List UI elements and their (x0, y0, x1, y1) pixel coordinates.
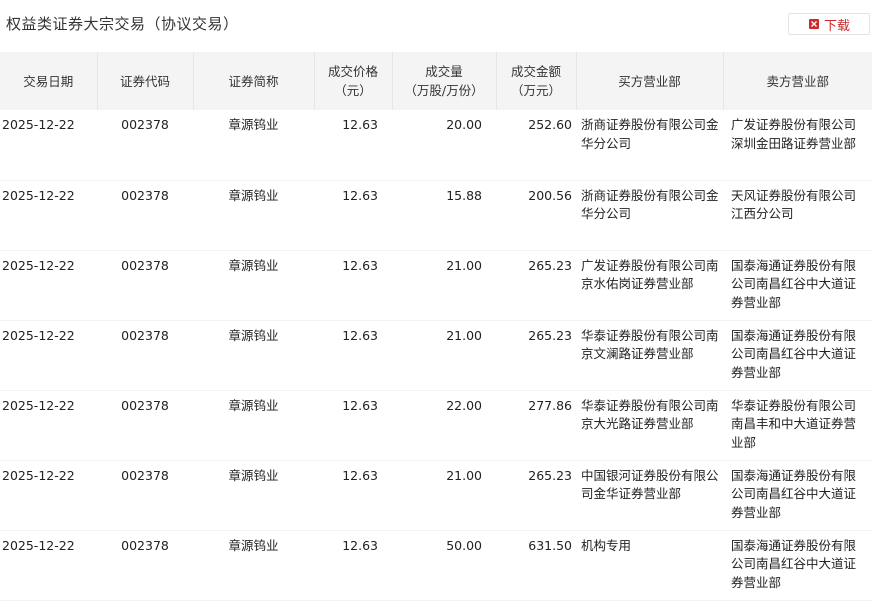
cell-seller: 国泰海通证券股份有限公司南昌红谷中大道证券营业部 (723, 460, 872, 531)
cell-date: 2025-12-22 (0, 460, 97, 531)
table-row: 2025-12-22 002378 章源钨业 12.63 50.00 631.50 机构专用… (0, 530, 872, 601)
cell-code: 002378 (97, 110, 193, 181)
cell-amount: 200.56 (496, 180, 576, 251)
cell-buyer: 广发证券股份有限公司南京水佑岗证券营业部 (576, 250, 723, 321)
cell-buyer: 浙商证券股份有限公司金华分公司 (576, 180, 723, 251)
cell-date: 2025-12-22 (0, 180, 97, 251)
cell-amount: 265.23 (496, 320, 576, 391)
cell-volume: 20.00 (392, 110, 496, 181)
table-row: 2025-12-22 002378 章源钨业 12.63 21.00 265.23 广发证券… (0, 250, 872, 321)
cell-name: 章源钨业 (193, 180, 314, 251)
cell-volume: 21.00 (392, 320, 496, 391)
cell-volume: 15.88 (392, 180, 496, 251)
cell-date: 2025-12-22 (0, 110, 97, 181)
cell-amount: 252.60 (496, 110, 576, 181)
cell-volume: 22.00 (392, 390, 496, 461)
cell-amount: 265.23 (496, 250, 576, 321)
cell-seller: 华泰证券股份有限公司南昌丰和中大道证券营业部 (723, 390, 872, 461)
cell-name: 章源钨业 (193, 250, 314, 321)
cell-code: 002378 (97, 180, 193, 251)
table-row: 2025-12-22 002378 章源钨业 12.63 21.00 265.23 华泰证券… (0, 320, 872, 391)
cell-price: 12.63 (314, 530, 392, 601)
cell-code: 002378 (97, 390, 193, 461)
col-header-price[interactable]: 成交价格 （元） (314, 52, 393, 110)
excel-file-icon (808, 19, 819, 29)
cell-buyer: 华泰证券股份有限公司南京大光路证券营业部 (576, 390, 723, 461)
page-title: 权益类证券大宗交易（协议交易） (6, 15, 239, 33)
cell-name: 章源钨业 (193, 320, 314, 391)
cell-seller: 国泰海通证券股份有限公司南昌红谷中大道证券营业部 (723, 250, 872, 321)
table-row: 2025-12-22 002378 章源钨业 12.63 22.00 277.86 华泰证券… (0, 390, 872, 461)
cell-price: 12.63 (314, 180, 392, 251)
cell-buyer: 中国银河证券股份有限公司金华证券营业部 (576, 460, 723, 531)
cell-amount: 277.86 (496, 390, 576, 461)
download-label: 下载 (823, 18, 850, 34)
cell-name: 章源钨业 (193, 110, 314, 181)
cell-seller: 国泰海通证券股份有限公司南昌红谷中大道证券营业部 (723, 320, 872, 391)
cell-price: 12.63 (314, 460, 392, 531)
col-header-amount[interactable]: 成交金额 （万元） (496, 52, 577, 110)
cell-buyer: 华泰证券股份有限公司南京文澜路证券营业部 (576, 320, 723, 391)
cell-date: 2025-12-22 (0, 530, 97, 601)
cell-amount: 265.23 (496, 460, 576, 531)
table-row: 2025-12-22 002378 章源钨业 12.63 20.00 252.60 浙商证券… (0, 110, 872, 181)
block-trade-table: 交易日期 证券代码 证券简称 成交价格 （元） 成交量 （万股/万份） 成交金额… (0, 52, 872, 601)
cell-seller: 国泰海通证券股份有限公司南昌红谷中大道证券营业部 (723, 530, 872, 601)
cell-volume: 21.00 (392, 250, 496, 321)
cell-seller: 广发证券股份有限公司深圳金田路证券营业部 (723, 110, 872, 181)
cell-name: 章源钨业 (193, 460, 314, 531)
col-header-buyer[interactable]: 买方营业部 (576, 52, 724, 110)
cell-code: 002378 (97, 320, 193, 391)
cell-date: 2025-12-22 (0, 250, 97, 321)
cell-date: 2025-12-22 (0, 390, 97, 461)
table-header-row: 交易日期 证券代码 证券简称 成交价格 （元） 成交量 （万股/万份） 成交金额… (0, 52, 872, 110)
table-row: 2025-12-22 002378 章源钨业 12.63 15.88 200.56 浙商证券… (0, 180, 872, 251)
cell-amount: 631.50 (496, 530, 576, 601)
cell-buyer: 机构专用 (576, 530, 723, 601)
cell-name: 章源钨业 (193, 530, 314, 601)
col-header-volume[interactable]: 成交量 （万股/万份） (392, 52, 497, 110)
cell-seller: 天风证券股份有限公司江西分公司 (723, 180, 872, 251)
cell-price: 12.63 (314, 110, 392, 181)
cell-code: 002378 (97, 250, 193, 321)
cell-code: 002378 (97, 530, 193, 601)
cell-name: 章源钨业 (193, 390, 314, 461)
cell-volume: 21.00 (392, 460, 496, 531)
cell-price: 12.63 (314, 320, 392, 391)
col-header-seller[interactable]: 卖方营业部 (723, 52, 872, 110)
cell-price: 12.63 (314, 250, 392, 321)
cell-buyer: 浙商证券股份有限公司金华分公司 (576, 110, 723, 181)
col-header-name[interactable]: 证券简称 (193, 52, 315, 110)
download-button[interactable]: 下载 (788, 13, 870, 35)
table-row: 2025-12-22 002378 章源钨业 12.63 21.00 265.23 中国银河… (0, 460, 872, 531)
cell-price: 12.63 (314, 390, 392, 461)
cell-volume: 50.00 (392, 530, 496, 601)
cell-code: 002378 (97, 460, 193, 531)
col-header-code[interactable]: 证券代码 (97, 52, 194, 110)
col-header-date[interactable]: 交易日期 (0, 52, 98, 110)
cell-date: 2025-12-22 (0, 320, 97, 391)
